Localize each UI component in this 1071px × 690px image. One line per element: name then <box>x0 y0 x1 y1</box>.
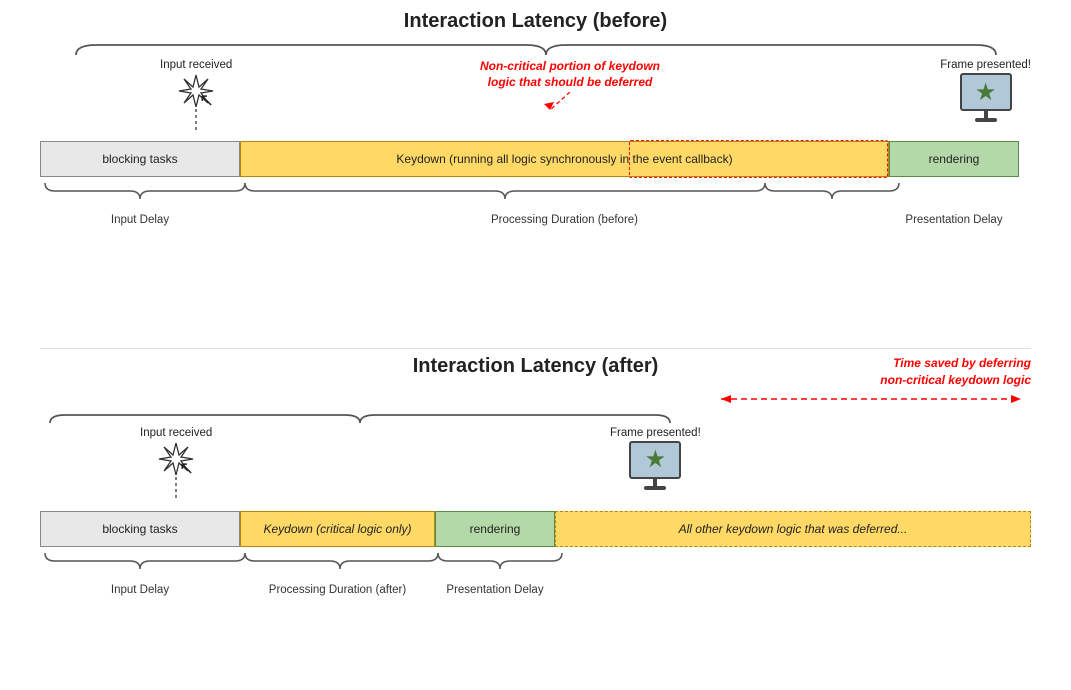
bottom-presentation-label: Presentation Delay <box>435 584 555 596</box>
bottom-outer-brace-svg <box>40 411 680 427</box>
cursor-icon: ↖ <box>199 91 214 109</box>
bottom-keydown-bar: Keydown (critical logic only) <box>240 511 435 547</box>
top-frame-presented: Frame presented! ★ <box>940 59 1031 122</box>
bottom-cursor-icon: ↖ <box>179 459 194 477</box>
bottom-annotations: Input received ↖ Frame presented! ★ <box>40 427 1031 509</box>
monitor-stand <box>984 111 988 118</box>
bottom-deferred-bar: All other keydown logic that was deferre… <box>555 511 1031 547</box>
bottom-deferred-label: All other keydown logic that was deferre… <box>679 522 908 536</box>
bottom-frame-label: Frame presented! <box>610 427 701 439</box>
bottom-input-received: Input received ↖ <box>140 427 212 499</box>
bottom-blocking-label: blocking tasks <box>102 522 177 536</box>
top-label-row: Input Delay Processing Duration (before)… <box>40 214 1031 226</box>
top-sub-brace-svg <box>40 181 1031 213</box>
top-blocking-label: blocking tasks <box>102 152 177 166</box>
deferred-note-line2: logic that should be deferred <box>488 75 653 89</box>
bottom-sub-braces <box>40 551 1031 583</box>
bottom-keydown-label: Keydown (critical logic only) <box>263 522 411 536</box>
bottom-frame-presented: Frame presented! ★ <box>610 427 701 490</box>
bottom-monitor-stand <box>653 479 657 486</box>
bottom-monitor-base <box>644 486 666 490</box>
bottom-blocking-bar: blocking tasks <box>40 511 240 547</box>
bottom-outer-brace <box>40 411 1031 427</box>
deferred-note-arrow <box>540 92 600 112</box>
top-sub-braces <box>40 181 1031 213</box>
bottom-monitor-screen: ★ <box>629 441 681 479</box>
bottom-processing-label: Processing Duration (after) <box>240 584 435 596</box>
bottom-header-row: Interaction Latency (after) Time saved b… <box>40 355 1031 389</box>
top-keydown-label: Keydown (running all logic synchronously… <box>396 152 732 166</box>
bottom-input-delay-label: Input Delay <box>40 584 240 596</box>
bottom-title: Interaction Latency (after) <box>288 355 784 378</box>
time-saved-line2: non-critical keydown logic <box>880 373 1031 387</box>
time-saved-arrow-row <box>40 391 1031 407</box>
bottom-sub-brace-svg <box>40 551 1031 583</box>
bottom-label-row: Input Delay Processing Duration (after) … <box>40 584 1031 596</box>
deferred-note-line1: Non-critical portion of keydown <box>480 59 660 73</box>
top-keydown-bar: Keydown (running all logic synchronously… <box>240 141 889 177</box>
divider <box>40 348 1031 349</box>
bottom-rendering-label: rendering <box>470 522 521 536</box>
bottom-bar-row: blocking tasks Keydown (critical logic o… <box>40 509 1031 549</box>
top-input-received-label: Input received <box>160 59 232 71</box>
monitor-screen: ★ <box>960 73 1012 111</box>
top-presentation-label: Presentation Delay <box>889 214 1019 226</box>
outer-brace-svg <box>66 41 1006 59</box>
monitor-base <box>975 118 997 122</box>
time-saved-line1: Time saved by deferring <box>893 356 1031 370</box>
bottom-input-label: Input received <box>140 427 212 439</box>
top-monitor: ★ <box>960 73 1012 122</box>
top-deferred-note: Non-critical portion of keydown logic th… <box>470 59 670 115</box>
top-bar-row: blocking tasks Keydown (running all logi… <box>40 139 1031 179</box>
time-saved-block: Time saved by deferring non-critical key… <box>783 355 1031 389</box>
top-rendering-bar: rendering <box>889 141 1019 177</box>
top-title: Interaction Latency (before) <box>40 10 1031 33</box>
top-input-received: Input received ↖ <box>160 59 232 131</box>
bottom-input-dashed-line <box>175 477 177 499</box>
time-saved-arrow-svg <box>711 391 1031 407</box>
top-blocking-bar: blocking tasks <box>40 141 240 177</box>
top-processing-label: Processing Duration (before) <box>240 214 889 226</box>
top-frame-label: Frame presented! <box>940 59 1031 71</box>
top-diagram: Interaction Latency (before) Input recei… <box>40 10 1031 226</box>
top-input-dashed-line <box>195 109 197 131</box>
top-outer-brace <box>40 41 1031 59</box>
bottom-monitor: ★ <box>629 441 681 490</box>
bottom-rendering-bar: rendering <box>435 511 555 547</box>
top-rendering-label: rendering <box>929 152 980 166</box>
top-annotations-row: Input received ↖ Frame presented! ★ <box>40 59 1031 139</box>
top-input-delay-label: Input Delay <box>40 214 240 226</box>
bottom-diagram: Interaction Latency (after) Time saved b… <box>40 355 1031 596</box>
